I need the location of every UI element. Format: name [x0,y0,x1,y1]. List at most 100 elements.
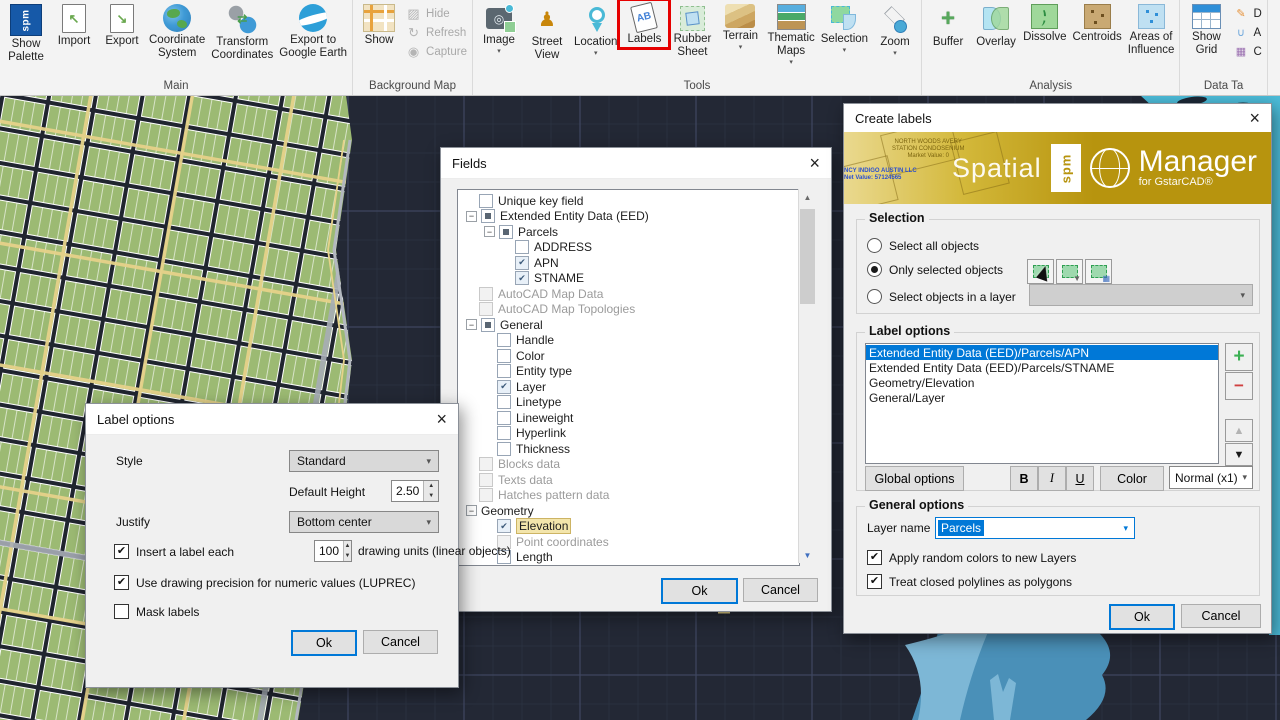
tree-item-texts-data[interactable]: Texts data [458,472,799,488]
add-label-button[interactable]: + [1225,343,1253,371]
fields-cancel-button[interactable]: Cancel [743,578,818,602]
create-labels-cancel-button[interactable]: Cancel [1181,604,1261,628]
select-from-grid-button[interactable]: ▦ [1085,259,1112,284]
radio-icon[interactable] [867,289,882,304]
label-option-item[interactable]: Extended Entity Data (EED)/Parcels/STNAM… [866,360,1218,375]
tree-checkbox-partial[interactable] [499,225,513,239]
underline-button[interactable]: U [1066,466,1094,491]
create-labels-titlebar[interactable]: Create labels × [844,104,1271,133]
spin-down-icon[interactable]: ▼ [344,551,351,561]
tree-item-entity-type[interactable]: Entity type [458,364,799,380]
tree-checkbox-disabled[interactable] [479,302,493,316]
move-up-button[interactable]: ▲ [1225,419,1253,442]
tree-collapse-icon[interactable]: − [466,319,477,330]
layer-name-input[interactable]: Parcels ▾ [935,517,1135,539]
tree-item-thickness[interactable]: Thickness [458,441,799,457]
fields-dialog-titlebar[interactable]: Fields × [441,148,831,179]
precision-checkbox[interactable]: ✔ [114,575,129,590]
default-height-stepper[interactable]: 2.50 ▲▼ [391,480,439,502]
ribbon-button-buffer[interactable]: +Buffer [924,1,972,50]
tree-checkbox-checked[interactable]: ✔ [515,271,529,285]
move-down-button[interactable]: ▼ [1225,443,1253,466]
tree-checkbox-unchecked[interactable] [497,426,511,440]
tree-checkbox-checked[interactable]: ✔ [497,380,511,394]
label-option-item[interactable]: General/Layer [866,390,1218,405]
label-options-cancel-button[interactable]: Cancel [363,630,438,654]
label-options-titlebar[interactable]: Label options × [86,404,458,435]
ribbon-button-export[interactable]: ↘Export [98,1,146,49]
spin-up-icon[interactable]: ▲ [344,541,351,551]
radio-icon[interactable] [867,238,882,253]
tree-item-geometry[interactable]: −Geometry [458,503,799,519]
tree-item-handle[interactable]: Handle [458,333,799,349]
remove-label-button[interactable]: − [1225,372,1253,400]
tree-checkbox-partial[interactable] [481,318,495,332]
tree-checkbox-disabled[interactable] [479,287,493,301]
select-filtered-button[interactable]: ▼ [1056,259,1083,284]
tree-checkbox-unchecked[interactable] [515,240,529,254]
ribbon-button-location[interactable]: Location▾ [571,1,620,58]
ribbon-button-terrain[interactable]: Terrain▾ [716,1,764,52]
create-labels-ok-button[interactable]: Ok [1109,604,1175,630]
tree-item-layer[interactable]: ✔Layer [458,379,799,395]
tree-checkbox-unchecked[interactable] [497,349,511,363]
close-icon[interactable]: × [421,410,447,428]
insert-label-checkbox[interactable]: ✔ [114,544,129,559]
tree-collapse-icon[interactable]: − [466,211,477,222]
scroll-thumb[interactable] [800,209,815,304]
tree-item-lineweight[interactable]: Lineweight [458,410,799,426]
tree-checkbox-partial[interactable] [481,209,495,223]
label-option-item[interactable]: Extended Entity Data (EED)/Parcels/APN [866,345,1218,360]
tree-item-apn[interactable]: ✔APN [458,255,799,271]
label-size-dropdown[interactable]: Normal (x1) ▾ [1169,466,1253,489]
tree-checkbox-disabled[interactable] [479,457,493,471]
ribbon-button-areas-of-influence[interactable]: Areas ofInfluence [1125,1,1178,58]
tree-checkbox-unchecked[interactable] [497,364,511,378]
ribbon-button-export-to-google-earth[interactable]: Export toGoogle Earth [276,1,350,61]
mask-labels-checkbox[interactable] [114,604,129,619]
checkbox-icon[interactable]: ✔ [867,550,882,565]
tree-checkbox-unchecked[interactable] [479,194,493,208]
ribbon-button-selection[interactable]: Selection▾ [818,1,871,55]
style-dropdown[interactable]: Standard▾ [289,450,439,472]
tree-checkbox-unchecked[interactable] [497,411,511,425]
tree-checkbox-checked[interactable]: ✔ [497,519,511,533]
tree-item-elevation[interactable]: ✔Elevation [458,519,799,535]
spin-down-icon[interactable]: ▼ [424,491,438,501]
tree-item-linetype[interactable]: Linetype [458,395,799,411]
tree-item-stname[interactable]: ✔STNAME [458,271,799,287]
ribbon-button-centroids[interactable]: Centroids [1070,1,1125,45]
ribbon-button-show[interactable]: Show [355,1,403,48]
tree-item-autocad-map-data[interactable]: AutoCAD Map Data [458,286,799,302]
checkbox-icon[interactable]: ✔ [867,574,882,589]
tree-item-general[interactable]: −General [458,317,799,333]
ribbon-button-a[interactable]: ∪A [1233,25,1261,40]
checkbox-apply-random-colors-to-new-layers[interactable]: ✔Apply random colors to new Layers [867,550,1076,565]
tree-item-color[interactable]: Color [458,348,799,364]
checkbox-treat-closed-polylines-as-polygons[interactable]: ✔Treat closed polylines as polygons [867,574,1072,589]
ribbon-button-image[interactable]: ◎Image▾ [475,1,523,56]
spin-up-icon[interactable]: ▲ [424,481,438,491]
tree-checkbox-checked[interactable]: ✔ [515,256,529,270]
tree-checkbox-unchecked[interactable] [497,333,511,347]
color-button[interactable]: Color [1100,466,1164,491]
ribbon-button-show-grid[interactable]: ShowGrid [1182,1,1230,58]
ribbon-button-labels[interactable]: ABLabels [620,1,668,47]
label-option-item[interactable]: Geometry/Elevation [866,375,1218,390]
scroll-up-icon[interactable]: ▲ [799,189,816,205]
global-options-button[interactable]: Global options [865,466,964,491]
justify-dropdown[interactable]: Bottom center▾ [289,511,439,533]
tree-item-autocad-map-topologies[interactable]: AutoCAD Map Topologies [458,302,799,318]
bold-button[interactable]: B [1010,466,1038,491]
ribbon-button-street-view[interactable]: ♟StreetView [523,1,571,63]
ribbon-button-zoom[interactable]: Zoom▾ [871,1,919,58]
tree-checkbox-disabled[interactable] [479,488,493,502]
tree-checkbox-unchecked[interactable] [497,442,511,456]
tree-item-extended-entity-data-eed[interactable]: −Extended Entity Data (EED) [458,209,799,225]
tree-checkbox-unchecked[interactable] [497,395,511,409]
ribbon-button-import[interactable]: ↖Import [50,1,98,49]
tree-scrollbar[interactable]: ▲ ▼ [798,189,816,563]
tree-item-unique-key-field[interactable]: Unique key field [458,193,799,209]
close-icon[interactable]: × [1234,109,1260,127]
ribbon-button-show-palette[interactable]: spmShowPalette [2,1,50,65]
